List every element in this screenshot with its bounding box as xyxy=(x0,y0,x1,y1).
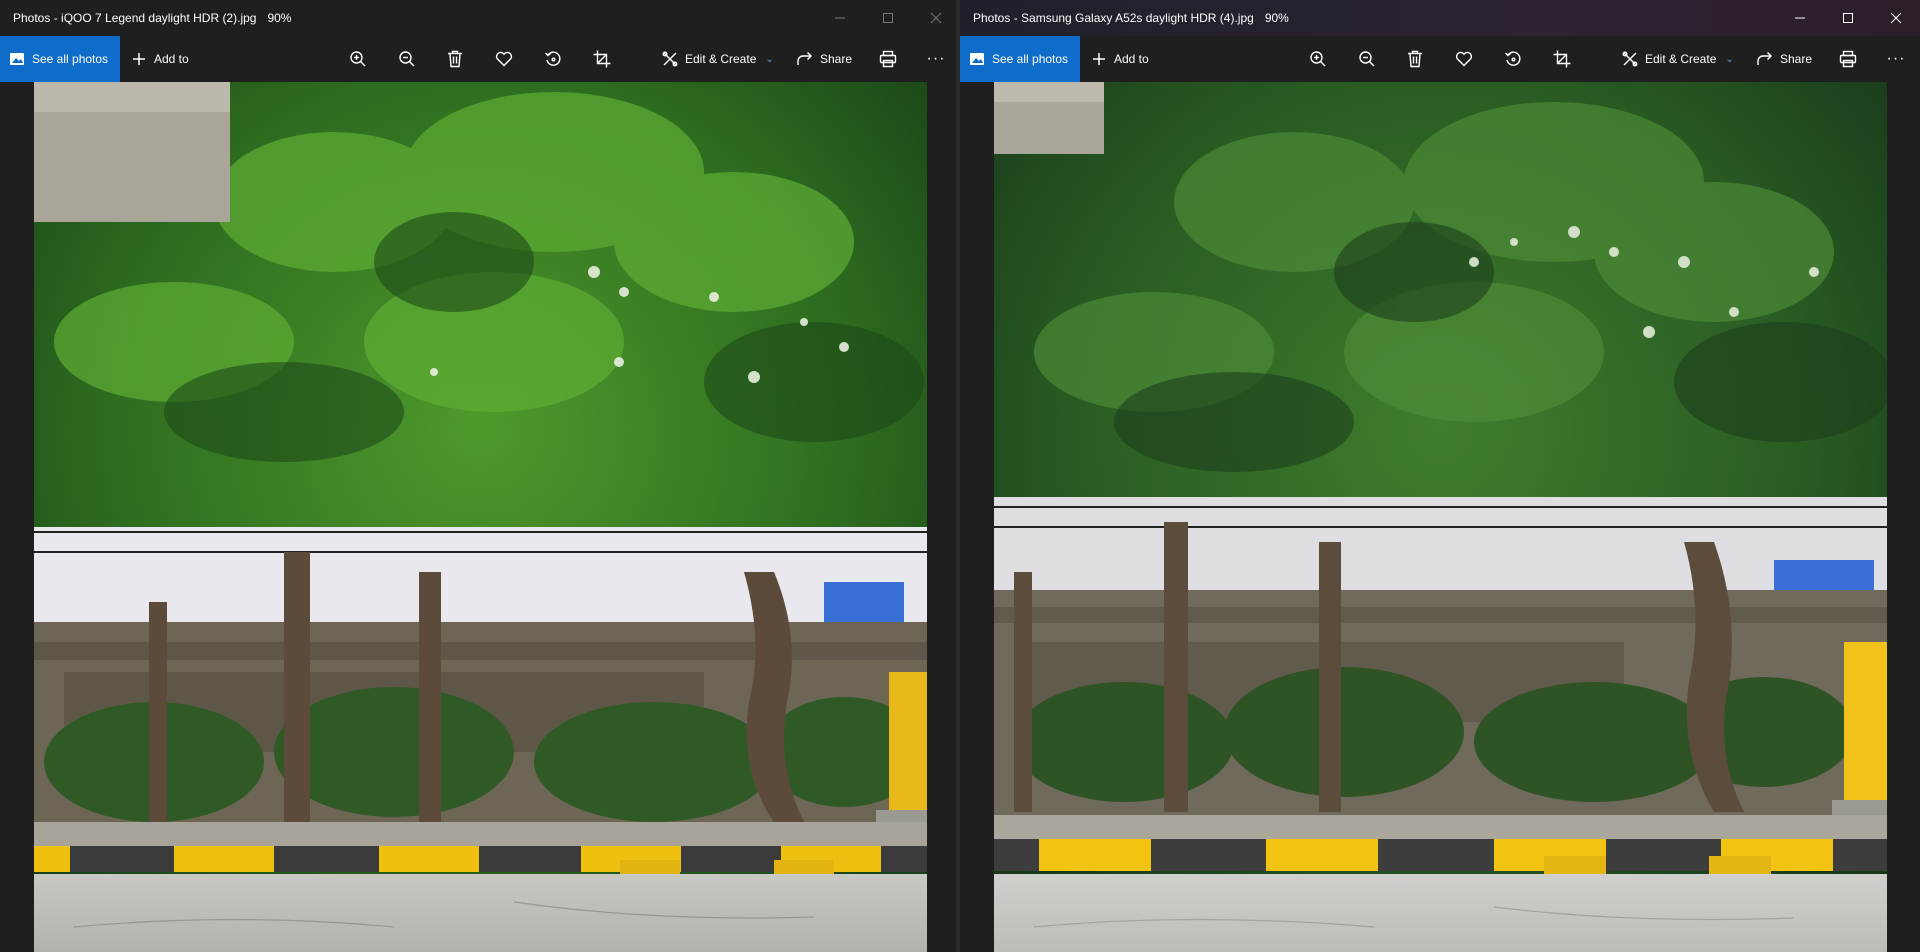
add-to-button[interactable]: Add to xyxy=(132,52,189,66)
plus-icon xyxy=(133,53,145,65)
zoom-level: 90% xyxy=(267,11,292,25)
more-options-button[interactable]: ··· xyxy=(1878,36,1914,82)
edit-create-icon xyxy=(662,51,678,67)
print-icon xyxy=(1839,50,1857,68)
photos-window-right[interactable]: Photos - Samsung Galaxy A52s daylight HD… xyxy=(960,0,1920,952)
more-icon: ··· xyxy=(926,50,946,67)
print-button[interactable] xyxy=(870,36,906,82)
photo-image xyxy=(994,82,1887,952)
minimize-button[interactable] xyxy=(816,0,864,36)
delete-button[interactable] xyxy=(1397,36,1433,82)
add-to-label: Add to xyxy=(154,52,189,66)
photos-window-left[interactable]: Photos - iQOO 7 Legend daylight HDR (2).… xyxy=(0,0,960,952)
maximize-icon xyxy=(1843,13,1853,23)
add-to-label: Add to xyxy=(1114,52,1149,66)
heart-icon xyxy=(1455,51,1473,67)
see-all-photos-label: See all photos xyxy=(32,52,109,66)
edit-create-label: Edit & Create xyxy=(685,52,757,66)
see-all-photos-button[interactable]: See all photos xyxy=(960,36,1080,82)
edit-create-menu[interactable]: Edit & Create ⌄ xyxy=(1622,36,1734,82)
zoom-out-button[interactable] xyxy=(389,36,425,82)
chevron-down-icon: ⌄ xyxy=(765,53,774,65)
close-button[interactable] xyxy=(912,0,960,36)
photo-viewer-image[interactable] xyxy=(34,82,927,952)
photo-viewer-image[interactable] xyxy=(994,82,1887,952)
minimize-icon xyxy=(1795,17,1805,19)
photo-image xyxy=(34,82,927,952)
share-label: Share xyxy=(820,52,853,66)
more-options-button[interactable]: ··· xyxy=(918,36,954,82)
minimize-icon xyxy=(835,17,845,19)
see-all-photos-label: See all photos xyxy=(992,52,1069,66)
maximize-icon xyxy=(883,13,893,23)
maximize-button[interactable] xyxy=(864,0,912,36)
delete-button[interactable] xyxy=(437,36,473,82)
share-icon xyxy=(1757,52,1772,65)
heart-icon xyxy=(495,51,513,67)
see-all-photos-button[interactable]: See all photos xyxy=(0,36,120,82)
toolbar: See all photos Add to Edit & Create ⌄ Sh… xyxy=(960,36,1920,82)
more-icon: ··· xyxy=(1886,50,1906,67)
share-icon xyxy=(797,52,812,65)
minimize-button[interactable] xyxy=(1776,0,1824,36)
title-bar[interactable]: Photos - Samsung Galaxy A52s daylight HD… xyxy=(960,0,1920,36)
zoom-level: 90% xyxy=(1264,11,1289,25)
maximize-button[interactable] xyxy=(1824,0,1872,36)
share-button[interactable]: Share xyxy=(797,36,852,82)
edit-create-icon xyxy=(1622,51,1638,67)
share-button[interactable]: Share xyxy=(1757,36,1812,82)
trash-icon xyxy=(448,50,462,68)
zoom-out-icon xyxy=(1359,51,1375,67)
zoom-in-button[interactable] xyxy=(340,36,376,82)
crop-button[interactable] xyxy=(584,36,620,82)
favorite-button[interactable] xyxy=(1446,36,1482,82)
rotate-icon xyxy=(545,51,561,66)
window-title: Photos - Samsung Galaxy A52s daylight HD… xyxy=(973,11,1254,25)
rotate-button[interactable] xyxy=(535,36,571,82)
zoom-out-button[interactable] xyxy=(1349,36,1385,82)
crop-icon xyxy=(1553,50,1571,68)
photos-app-icon xyxy=(10,53,24,65)
print-icon xyxy=(879,50,897,68)
add-to-button[interactable]: Add to xyxy=(1092,52,1149,66)
plus-icon xyxy=(1093,53,1105,65)
close-icon xyxy=(1890,12,1902,24)
chevron-down-icon: ⌄ xyxy=(1725,53,1734,65)
close-icon xyxy=(930,12,942,24)
zoom-out-icon xyxy=(399,51,415,67)
edit-create-label: Edit & Create xyxy=(1645,52,1717,66)
crop-icon xyxy=(593,50,611,68)
toolbar: See all photos Add to Edit & Create ⌄ Sh… xyxy=(0,36,960,82)
title-bar[interactable]: Photos - iQOO 7 Legend daylight HDR (2).… xyxy=(0,0,960,36)
photos-app-icon xyxy=(970,53,984,65)
favorite-button[interactable] xyxy=(486,36,522,82)
close-button[interactable] xyxy=(1872,0,1920,36)
zoom-in-icon xyxy=(350,51,366,67)
print-button[interactable] xyxy=(1830,36,1866,82)
share-label: Share xyxy=(1780,52,1813,66)
edit-create-menu[interactable]: Edit & Create ⌄ xyxy=(662,36,774,82)
rotate-button[interactable] xyxy=(1495,36,1531,82)
window-title: Photos - iQOO 7 Legend daylight HDR (2).… xyxy=(13,11,257,25)
trash-icon xyxy=(1408,50,1422,68)
zoom-in-icon xyxy=(1310,51,1326,67)
zoom-in-button[interactable] xyxy=(1300,36,1336,82)
rotate-icon xyxy=(1505,51,1521,66)
crop-button[interactable] xyxy=(1544,36,1580,82)
